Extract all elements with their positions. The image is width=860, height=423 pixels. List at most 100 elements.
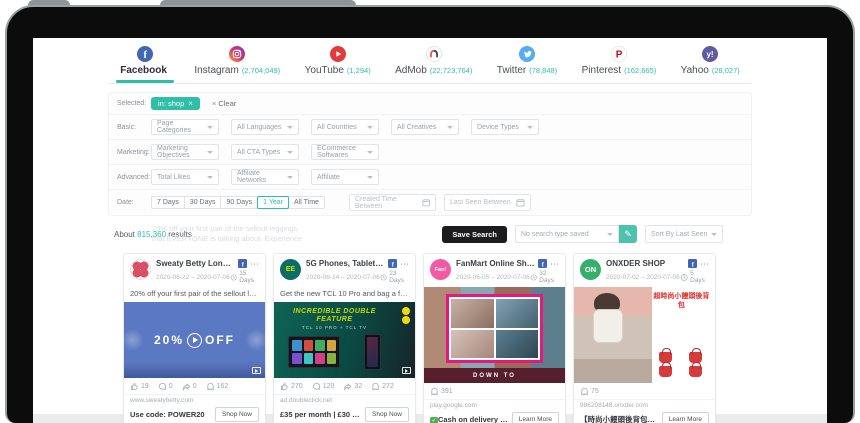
- product-collage: [446, 294, 543, 363]
- ad-landing-url[interactable]: www.sweatybetty.com: [124, 394, 265, 406]
- dropdown-affiliate-networks[interactable]: Affiliate Networks: [231, 169, 299, 185]
- likes-stat: 19: [130, 382, 149, 391]
- tab-youtube[interactable]: YouTube(1,294): [301, 38, 375, 83]
- dropdown-marketing-objectives[interactable]: Marketing Objectives: [151, 144, 219, 160]
- card-header-main: FanMart Online Shopping - F... f ⋯ 2020-…: [456, 259, 559, 284]
- tab-count: (22,723,764): [430, 66, 473, 75]
- creative-text: 20% OFF: [124, 302, 265, 378]
- filter-row-selected: Selected: in: shop × ×Clear: [109, 93, 751, 115]
- clock-icon: [380, 273, 387, 282]
- video-format-icon: [402, 367, 411, 374]
- selected-tag-shop[interactable]: in: shop ×: [151, 97, 200, 110]
- card-header: ON ONXDER SHOP f ⋯ 2020-07-02 – 2020-07-…: [574, 254, 715, 287]
- clear-filters-button[interactable]: ×Clear: [212, 99, 236, 108]
- cta-button[interactable]: Learn More: [512, 412, 559, 423]
- advertiser-name[interactable]: ONXDER SHOP: [606, 259, 685, 268]
- tab-pinterest[interactable]: P Pinterest(162,665): [578, 38, 661, 83]
- card-header-main: 5G Phones, Tablets & SIMs | ... f ⋯ 2020…: [306, 259, 409, 284]
- range-1-year[interactable]: 1 Year: [257, 196, 289, 209]
- ad-card[interactable]: Sweaty Betty London | Wom... f ⋯ 2020-06…: [123, 253, 266, 423]
- cta-button[interactable]: Shop Now: [365, 407, 409, 422]
- tab-instagram[interactable]: Instagram(2,704,049): [190, 38, 284, 83]
- ad-headline: £35 per month | £30 upfront | ...: [280, 410, 361, 419]
- dropdown-cta-types[interactable]: All CTA Types: [231, 144, 299, 160]
- ad-card[interactable]: ON ONXDER SHOP f ⋯ 2020-07-02 – 2020-07-…: [573, 253, 716, 423]
- range-7-days[interactable]: 7 Days: [151, 196, 185, 209]
- card-header: EE 5G Phones, Tablets & SIMs | ... f ⋯ 2…: [274, 254, 415, 287]
- tab-label: Yahoo: [681, 65, 709, 76]
- card-menu-button[interactable]: ⋯: [700, 261, 709, 267]
- dropdown-ecommerce-softwares[interactable]: ECommerce Softwares: [311, 144, 379, 160]
- remove-tag-icon[interactable]: ×: [188, 99, 193, 108]
- ad-creative-image[interactable]: DOWN TO: [424, 287, 565, 383]
- share-icon: [343, 382, 352, 391]
- dropdown-device-types[interactable]: Device Types: [471, 119, 539, 135]
- tab-facebook[interactable]: f Facebook: [116, 38, 174, 83]
- content-container: f Facebook Instagram(2,704,049) YouTube(…: [108, 38, 752, 423]
- ad-creative-image[interactable]: 超時尚小饅頭後背包: [574, 287, 715, 383]
- dropdown-page-categories[interactable]: Page Categories: [151, 119, 219, 135]
- saves-stat: 391: [430, 387, 453, 396]
- clear-x-icon: ×: [212, 99, 216, 108]
- dropdown-affiliate[interactable]: Affiliate: [311, 169, 379, 185]
- range-all-time[interactable]: All Time: [288, 196, 325, 209]
- card-header: Sweaty Betty London | Wom... f ⋯ 2020-06…: [124, 254, 265, 287]
- ad-headline: ✓Cash on delivery ✓ Days fr...: [430, 415, 508, 423]
- range-90-days[interactable]: 90 Days: [220, 196, 258, 209]
- calendar-icon: [422, 198, 430, 207]
- ad-creative-image[interactable]: 20% OFF: [124, 302, 265, 378]
- filter-row-advanced: Advanced: Total Likes Affiliate Networks…: [109, 165, 751, 190]
- card-menu-button[interactable]: ⋯: [400, 261, 409, 267]
- ad-duration: 15 Days: [230, 270, 259, 284]
- edit-saved-search-button[interactable]: ✎: [619, 225, 637, 243]
- dropdown-total-likes[interactable]: Total Likes: [151, 169, 219, 185]
- play-button-icon[interactable]: [187, 333, 202, 348]
- card-header-main: ONXDER SHOP f ⋯ 2020-07-02 – 2020-07-06 …: [606, 259, 709, 284]
- created-time-between-input[interactable]: Created Time Between: [349, 194, 436, 211]
- card-menu-button[interactable]: ⋯: [550, 261, 559, 267]
- product-thumbnails: [653, 352, 709, 377]
- dropdown-creatives[interactable]: All Creatives: [391, 119, 459, 135]
- range-30-days[interactable]: 30 Days: [184, 196, 222, 209]
- comments-stat: 0: [158, 382, 173, 391]
- tab-twitter[interactable]: Twitter(78,848): [493, 38, 561, 83]
- tab-count: (28,027): [712, 66, 740, 75]
- save-search-button[interactable]: Save Search: [442, 226, 507, 243]
- ad-stats-row: 391: [424, 383, 565, 399]
- ad-card[interactable]: Fan! FanMart Online Shopping - F... f ⋯ …: [423, 253, 566, 423]
- ad-landing-url[interactable]: play.google.com: [424, 399, 565, 411]
- ad-card[interactable]: EE 5G Phones, Tablets & SIMs | ... f ⋯ 2…: [273, 253, 416, 423]
- cta-button[interactable]: Shop Now: [215, 407, 259, 422]
- tab-yahoo[interactable]: y! Yahoo(28,027): [677, 38, 744, 83]
- filter-row-date: Date: 7 Days 30 Days 90 Days 1 Year All …: [109, 190, 751, 215]
- advertiser-name[interactable]: FanMart Online Shopping - F...: [456, 259, 535, 268]
- tab-count: (1,294): [347, 66, 371, 75]
- saved-search-dropdown[interactable]: No search type saved: [515, 225, 619, 243]
- card-menu-button[interactable]: ⋯: [250, 261, 259, 267]
- sort-dropdown[interactable]: Sort By Last Seen: [645, 225, 723, 243]
- network-tabbar: f Facebook Instagram(2,704,049) YouTube(…: [108, 38, 752, 84]
- saves-stat: 162: [206, 382, 229, 391]
- tv-graphic: [288, 336, 340, 368]
- dropdown-languages[interactable]: All Languages: [231, 119, 299, 135]
- clock-icon: [680, 273, 688, 282]
- dropdown-countries[interactable]: All Countries: [311, 119, 379, 135]
- chevron-down-icon: [207, 151, 213, 154]
- advertiser-name[interactable]: 5G Phones, Tablets & SIMs | ...: [306, 259, 385, 268]
- clock-icon: [230, 273, 237, 282]
- ad-body-text: Get the new TCL 10 Pro and bag a free TC…: [274, 287, 415, 302]
- ad-landing-url[interactable]: 986208148.onxder.com: [574, 399, 715, 411]
- ad-creative-image[interactable]: INCREDIBLE DOUBLEFEATURE TCL 10 PRO + TC…: [274, 302, 415, 378]
- saves-stat: 272: [371, 382, 394, 391]
- facebook-badge-icon: f: [388, 259, 397, 268]
- ad-headline: Use code: POWER20: [130, 410, 211, 419]
- cta-button[interactable]: Learn More: [662, 412, 709, 423]
- facebook-badge-icon: f: [538, 259, 547, 268]
- advertiser-name[interactable]: Sweaty Betty London | Wom...: [156, 259, 235, 268]
- ad-landing-url[interactable]: ad.doubleclick.net: [274, 394, 415, 406]
- facebook-badge-icon: f: [688, 259, 697, 268]
- ad-headline-row: £35 per month | £30 upfront | ... Shop N…: [274, 406, 415, 423]
- last-seen-between-input[interactable]: Last Seen Between: [444, 194, 531, 211]
- tab-admob[interactable]: AdMob(22,723,764): [391, 38, 476, 83]
- tab-count: (2,704,049): [242, 66, 280, 75]
